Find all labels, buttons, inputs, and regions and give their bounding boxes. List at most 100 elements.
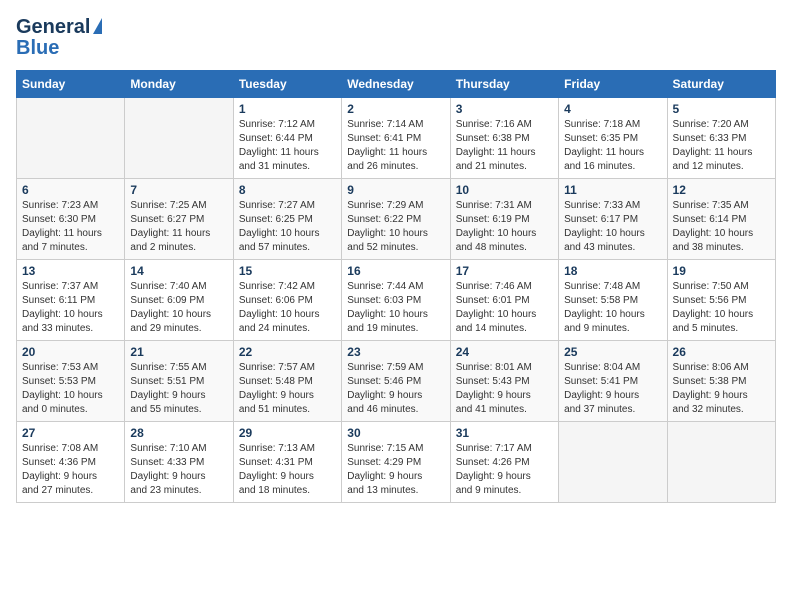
cell-info: Sunrise: 7:20 AM Sunset: 6:33 PM Dayligh…: [673, 118, 770, 174]
day-number: 28: [130, 426, 227, 440]
day-number: 7: [130, 183, 227, 197]
cell-info: Sunrise: 7:42 AM Sunset: 6:06 PM Dayligh…: [239, 280, 336, 336]
day-number: 19: [673, 264, 770, 278]
calendar-cell: 4 Sunrise: 7:18 AM Sunset: 6:35 PM Daylig…: [559, 98, 667, 179]
calendar-cell: 29Sunrise: 7:13 AM Sunset: 4:31 PM Dayli…: [233, 422, 341, 503]
header-thursday: Thursday: [450, 71, 558, 98]
day-number: 31: [456, 426, 553, 440]
calendar-week-2: 6 Sunrise: 7:23 AM Sunset: 6:30 PM Daylig…: [17, 179, 776, 260]
day-number: 18: [564, 264, 661, 278]
cell-info: Sunrise: 7:48 AM Sunset: 5:58 PM Dayligh…: [564, 280, 661, 336]
cell-info: Sunrise: 7:40 AM Sunset: 6:09 PM Dayligh…: [130, 280, 227, 336]
day-number: 30: [347, 426, 444, 440]
day-number: 14: [130, 264, 227, 278]
day-number: 26: [673, 345, 770, 359]
calendar-cell: 12 Sunrise: 7:35 AM Sunset: 6:14 PM Dayli…: [667, 179, 775, 260]
calendar-cell: 14 Sunrise: 7:40 AM Sunset: 6:09 PM Dayli…: [125, 260, 233, 341]
calendar-cell: 28 Sunrise: 7:10 AM Sunset: 4:33 PM Dayli…: [125, 422, 233, 503]
cell-info: Sunrise: 7:31 AM Sunset: 6:19 PM Dayligh…: [456, 199, 553, 255]
cell-info: Sunrise: 7:53 AM Sunset: 5:53 PM Dayligh…: [22, 361, 119, 417]
cell-info: Sunrise: 7:33 AM Sunset: 6:17 PM Dayligh…: [564, 199, 661, 255]
calendar-week-1: 1Sunrise: 7:12 AM Sunset: 6:44 PM Daylig…: [17, 98, 776, 179]
calendar-cell: 2Sunrise: 7:14 AM Sunset: 6:41 PM Daylig…: [342, 98, 450, 179]
cell-info: Sunrise: 7:08 AM Sunset: 4:36 PM Dayligh…: [22, 442, 119, 498]
calendar-table: SundayMondayTuesdayWednesdayThursdayFrid…: [16, 70, 776, 503]
calendar-cell: 22Sunrise: 7:57 AM Sunset: 5:48 PM Dayli…: [233, 341, 341, 422]
cell-info: Sunrise: 7:27 AM Sunset: 6:25 PM Dayligh…: [239, 199, 336, 255]
calendar-cell: [559, 422, 667, 503]
calendar-cell: 23Sunrise: 7:59 AM Sunset: 5:46 PM Dayli…: [342, 341, 450, 422]
calendar-cell: 18 Sunrise: 7:48 AM Sunset: 5:58 PM Dayli…: [559, 260, 667, 341]
day-number: 4: [564, 102, 661, 116]
day-number: 16: [347, 264, 444, 278]
calendar-week-4: 20 Sunrise: 7:53 AM Sunset: 5:53 PM Dayli…: [17, 341, 776, 422]
calendar-cell: 26 Sunrise: 8:06 AM Sunset: 5:38 PM Dayli…: [667, 341, 775, 422]
day-number: 9: [347, 183, 444, 197]
day-number: 21: [130, 345, 227, 359]
logo-general: General: [16, 16, 90, 39]
calendar-week-3: 13 Sunrise: 7:37 AM Sunset: 6:11 PM Dayli…: [17, 260, 776, 341]
calendar-cell: 25 Sunrise: 8:04 AM Sunset: 5:41 PM Dayli…: [559, 341, 667, 422]
day-number: 13: [22, 264, 119, 278]
header-monday: Monday: [125, 71, 233, 98]
cell-info: Sunrise: 7:50 AM Sunset: 5:56 PM Dayligh…: [673, 280, 770, 336]
day-number: 24: [456, 345, 553, 359]
header-sunday: Sunday: [17, 71, 125, 98]
day-number: 5: [673, 102, 770, 116]
cell-info: Sunrise: 7:12 AM Sunset: 6:44 PM Dayligh…: [239, 118, 336, 174]
cell-info: Sunrise: 7:17 AM Sunset: 4:26 PM Dayligh…: [456, 442, 553, 498]
cell-info: Sunrise: 8:04 AM Sunset: 5:41 PM Dayligh…: [564, 361, 661, 417]
day-number: 20: [22, 345, 119, 359]
calendar-cell: 15Sunrise: 7:42 AM Sunset: 6:06 PM Dayli…: [233, 260, 341, 341]
calendar-cell: 17 Sunrise: 7:46 AM Sunset: 6:01 PM Dayli…: [450, 260, 558, 341]
cell-info: Sunrise: 7:18 AM Sunset: 6:35 PM Dayligh…: [564, 118, 661, 174]
logo-triangle: [93, 18, 102, 34]
calendar-cell: 1Sunrise: 7:12 AM Sunset: 6:44 PM Daylig…: [233, 98, 341, 179]
calendar-cell: 16 Sunrise: 7:44 AM Sunset: 6:03 PM Dayli…: [342, 260, 450, 341]
calendar-cell: 30 Sunrise: 7:15 AM Sunset: 4:29 PM Dayli…: [342, 422, 450, 503]
day-number: 17: [456, 264, 553, 278]
calendar-cell: 20 Sunrise: 7:53 AM Sunset: 5:53 PM Dayli…: [17, 341, 125, 422]
calendar-cell: [17, 98, 125, 179]
calendar-cell: 5 Sunrise: 7:20 AM Sunset: 6:33 PM Daylig…: [667, 98, 775, 179]
day-number: 22: [239, 345, 336, 359]
calendar-cell: 10 Sunrise: 7:31 AM Sunset: 6:19 PM Dayli…: [450, 179, 558, 260]
calendar-header-row: SundayMondayTuesdayWednesdayThursdayFrid…: [17, 71, 776, 98]
day-number: 10: [456, 183, 553, 197]
cell-info: Sunrise: 8:06 AM Sunset: 5:38 PM Dayligh…: [673, 361, 770, 417]
page-header: General Blue: [16, 16, 776, 60]
cell-info: Sunrise: 7:13 AM Sunset: 4:31 PM Dayligh…: [239, 442, 336, 498]
cell-info: Sunrise: 7:29 AM Sunset: 6:22 PM Dayligh…: [347, 199, 444, 255]
day-number: 8: [239, 183, 336, 197]
cell-info: Sunrise: 7:59 AM Sunset: 5:46 PM Dayligh…: [347, 361, 444, 417]
day-number: 27: [22, 426, 119, 440]
cell-info: Sunrise: 7:37 AM Sunset: 6:11 PM Dayligh…: [22, 280, 119, 336]
cell-info: Sunrise: 7:55 AM Sunset: 5:51 PM Dayligh…: [130, 361, 227, 417]
calendar-cell: 8 Sunrise: 7:27 AM Sunset: 6:25 PM Daylig…: [233, 179, 341, 260]
day-number: 6: [22, 183, 119, 197]
calendar-cell: 27 Sunrise: 7:08 AM Sunset: 4:36 PM Dayli…: [17, 422, 125, 503]
calendar-cell: 24 Sunrise: 8:01 AM Sunset: 5:43 PM Dayli…: [450, 341, 558, 422]
header-saturday: Saturday: [667, 71, 775, 98]
cell-info: Sunrise: 7:25 AM Sunset: 6:27 PM Dayligh…: [130, 199, 227, 255]
calendar-cell: 6 Sunrise: 7:23 AM Sunset: 6:30 PM Daylig…: [17, 179, 125, 260]
calendar-cell: 21 Sunrise: 7:55 AM Sunset: 5:51 PM Dayli…: [125, 341, 233, 422]
cell-info: Sunrise: 7:15 AM Sunset: 4:29 PM Dayligh…: [347, 442, 444, 498]
cell-info: Sunrise: 8:01 AM Sunset: 5:43 PM Dayligh…: [456, 361, 553, 417]
cell-info: Sunrise: 7:46 AM Sunset: 6:01 PM Dayligh…: [456, 280, 553, 336]
cell-info: Sunrise: 7:35 AM Sunset: 6:14 PM Dayligh…: [673, 199, 770, 255]
logo-blue: Blue: [16, 37, 59, 60]
calendar-cell: 3Sunrise: 7:16 AM Sunset: 6:38 PM Daylig…: [450, 98, 558, 179]
calendar-cell: 11Sunrise: 7:33 AM Sunset: 6:17 PM Dayli…: [559, 179, 667, 260]
calendar-cell: [125, 98, 233, 179]
cell-info: Sunrise: 7:44 AM Sunset: 6:03 PM Dayligh…: [347, 280, 444, 336]
day-number: 12: [673, 183, 770, 197]
header-tuesday: Tuesday: [233, 71, 341, 98]
header-wednesday: Wednesday: [342, 71, 450, 98]
calendar-cell: 9 Sunrise: 7:29 AM Sunset: 6:22 PM Daylig…: [342, 179, 450, 260]
cell-info: Sunrise: 7:10 AM Sunset: 4:33 PM Dayligh…: [130, 442, 227, 498]
calendar-cell: 19 Sunrise: 7:50 AM Sunset: 5:56 PM Dayli…: [667, 260, 775, 341]
day-number: 3: [456, 102, 553, 116]
cell-info: Sunrise: 7:23 AM Sunset: 6:30 PM Dayligh…: [22, 199, 119, 255]
day-number: 25: [564, 345, 661, 359]
